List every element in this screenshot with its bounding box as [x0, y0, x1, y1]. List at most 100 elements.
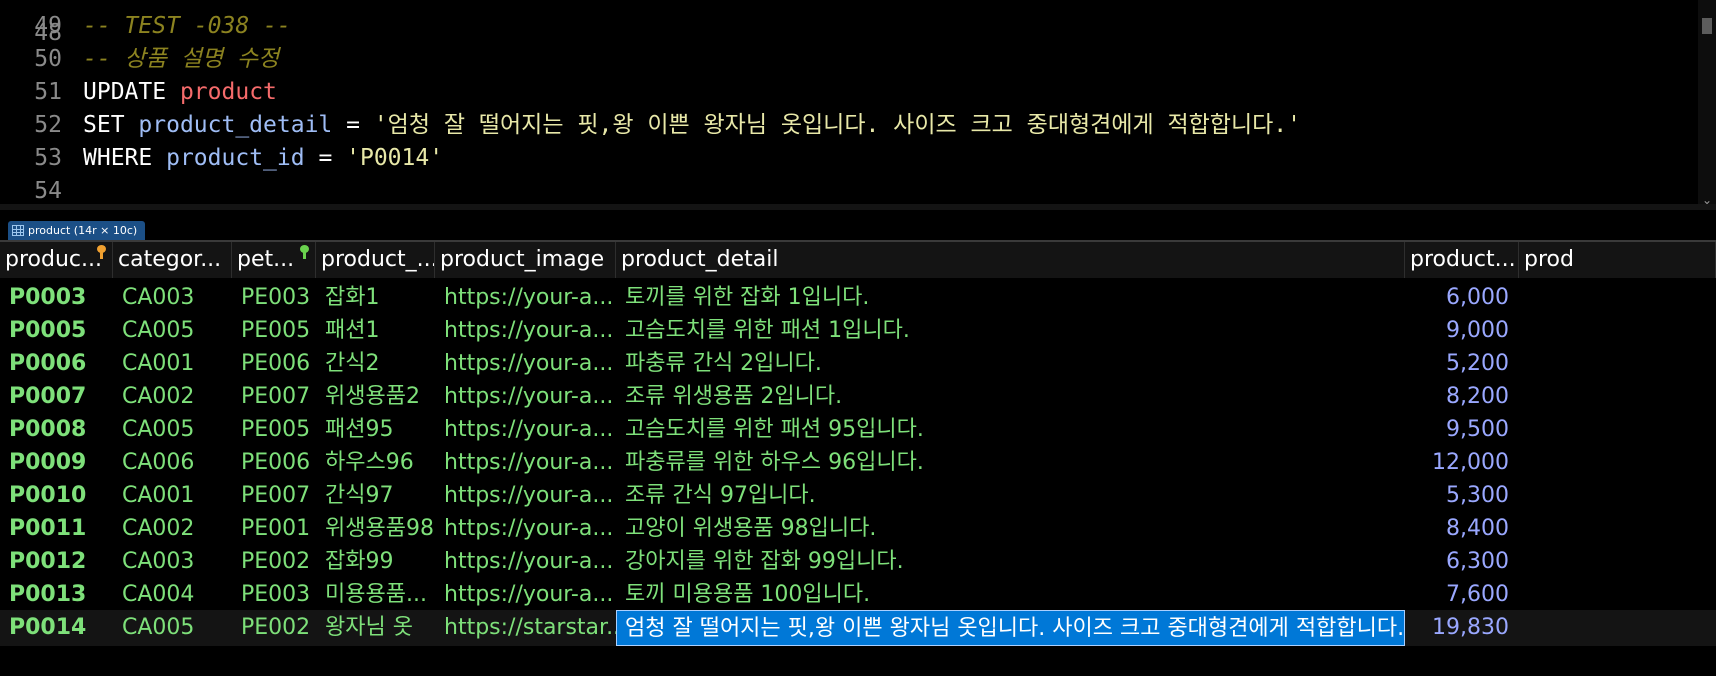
table-row[interactable]: P0007 CA002 PE007 위생용품2 https://your-a... 조류 …	[0, 379, 1716, 415]
table-cell[interactable]: 고슴도치를 위한 패션 1입니다.	[616, 313, 1405, 349]
table-cell[interactable]: https://your-a...	[435, 379, 616, 415]
table-cell[interactable]: 패션1	[316, 313, 435, 349]
table-row[interactable]: P0010 CA001 PE007 간식97 https://your-a... 조류 간…	[0, 478, 1716, 514]
table-row[interactable]: P0005 CA005 PE005 패션1 https://your-a... 고슴도치를…	[0, 313, 1716, 349]
table-cell[interactable]: CA003	[113, 544, 232, 580]
table-cell[interactable]: CA002	[113, 511, 232, 547]
column-header[interactable]: product_...	[316, 242, 435, 278]
table-row[interactable]: P0006 CA001 PE006 간식2 https://your-a... 파충류 간…	[0, 346, 1716, 382]
table-cell[interactable]: PE002	[232, 544, 316, 580]
table-cell[interactable]: https://your-a...	[435, 412, 616, 448]
table-cell[interactable]: PE007	[232, 379, 316, 415]
table-cell[interactable]: 조류 위생용품 2입니다.	[616, 379, 1405, 415]
table-cell[interactable]: 7,600	[1405, 577, 1519, 613]
table-cell[interactable]: 조류 간식 97입니다.	[616, 478, 1405, 514]
table-cell[interactable]: https://your-a...	[435, 346, 616, 382]
table-cell[interactable]: 잡화99	[316, 544, 435, 580]
table-cell[interactable]: PE005	[232, 313, 316, 349]
table-cell[interactable]: PE006	[232, 445, 316, 481]
column-header[interactable]: produc...	[0, 242, 113, 278]
table-row[interactable]: P0008 CA005 PE005 패션95 https://your-a... 고슴도치…	[0, 412, 1716, 448]
column-header[interactable]: categor...	[113, 242, 232, 278]
table-cell[interactable]: PE003	[232, 577, 316, 613]
table-cell[interactable]: 파충류를 위한 하우스 96입니다.	[616, 445, 1405, 481]
table-cell[interactable]: P0005	[0, 313, 113, 349]
sql-editor[interactable]: 48 49 -- TEST -038 -- 50 -- 상품 설명 수정 51 UPDAT…	[0, 0, 1716, 209]
table-row[interactable]: P0013 CA004 PE003 미용용품... https://your-a... 토…	[0, 577, 1716, 613]
table-cell[interactable]: https://your-a...	[435, 445, 616, 481]
table-cell[interactable]: 9,500	[1405, 412, 1519, 448]
table-cell[interactable]: P0012	[0, 544, 113, 580]
table-cell[interactable]: CA001	[113, 346, 232, 382]
editor-vertical-scrollbar[interactable]: ⌄	[1698, 0, 1716, 209]
column-header[interactable]: pet...	[232, 242, 316, 278]
table-cell[interactable]: P0003	[0, 280, 113, 316]
table-cell[interactable]: CA005	[113, 412, 232, 448]
table-cell[interactable]: CA005	[113, 313, 232, 349]
table-cell[interactable]: 토끼 미용용품 100입니다.	[616, 577, 1405, 613]
table-cell[interactable]: CA004	[113, 577, 232, 613]
table-cell[interactable]: P0013	[0, 577, 113, 613]
table-row[interactable]: P0012 CA003 PE002 잡화99 https://your-a... 강아지를…	[0, 544, 1716, 580]
table-row[interactable]: P0009 CA006 PE006 하우스96 https://your-a... 파충류…	[0, 445, 1716, 481]
table-cell[interactable]: https://your-a...	[435, 478, 616, 514]
table-cell[interactable]: 5,200	[1405, 346, 1519, 382]
table-cell[interactable]: 위생용품98	[316, 511, 435, 547]
table-cell[interactable]: 8,200	[1405, 379, 1519, 415]
table-cell[interactable]: P0011	[0, 511, 113, 547]
table-cell[interactable]: 고양이 위생용품 98입니다.	[616, 511, 1405, 547]
table-cell[interactable]: https://your-a...	[435, 544, 616, 580]
column-header[interactable]: product_image	[435, 242, 616, 278]
result-grid[interactable]: produc... categor... pet... product_... prod…	[0, 242, 1716, 676]
table-cell[interactable]: 패션95	[316, 412, 435, 448]
table-cell[interactable]: https://your-a...	[435, 511, 616, 547]
table-cell[interactable]: 위생용품2	[316, 379, 435, 415]
table-cell[interactable]: CA002	[113, 379, 232, 415]
column-header[interactable]: product_detail	[616, 242, 1405, 278]
table-cell[interactable]: 9,000	[1405, 313, 1519, 349]
table-cell[interactable]: 8,400	[1405, 511, 1519, 547]
table-row[interactable]: P0003 CA003 PE003 잡화1 https://your-a... 토끼를 위…	[0, 280, 1716, 316]
table-cell[interactable]: CA003	[113, 280, 232, 316]
table-cell[interactable]: 왕자님 옷	[316, 610, 435, 646]
table-cell[interactable]: P0009	[0, 445, 113, 481]
table-cell[interactable]: 간식2	[316, 346, 435, 382]
table-cell[interactable]: https://your-a...	[435, 313, 616, 349]
table-cell[interactable]: 5,300	[1405, 478, 1519, 514]
table-cell[interactable]: https://your-a...	[435, 280, 616, 316]
table-cell[interactable]: 6,300	[1405, 544, 1519, 580]
table-cell[interactable]: https://starstar...	[435, 610, 616, 646]
table-cell[interactable]: CA001	[113, 478, 232, 514]
column-header[interactable]: product...	[1405, 242, 1519, 278]
table-cell[interactable]: 19,830	[1405, 610, 1519, 646]
table-cell[interactable]: 토끼를 위한 잡화 1입니다.	[616, 280, 1405, 316]
table-cell[interactable]: P0007	[0, 379, 113, 415]
table-cell[interactable]: 간식97	[316, 478, 435, 514]
table-cell[interactable]: PE006	[232, 346, 316, 382]
table-cell[interactable]: PE003	[232, 280, 316, 316]
table-cell[interactable]: PE005	[232, 412, 316, 448]
table-row[interactable]: P0014 CA005 PE002 왕자님 옷 https://starstar... 엄…	[0, 610, 1716, 646]
table-cell[interactable]: CA006	[113, 445, 232, 481]
table-cell[interactable]: https://your-a...	[435, 577, 616, 613]
result-tab-product[interactable]: product (14r × 10c)	[8, 221, 146, 240]
table-cell[interactable]: PE002	[232, 610, 316, 646]
editor-horizontal-scrollbar[interactable]	[0, 204, 1716, 210]
table-row[interactable]: P0011 CA002 PE001 위생용품98 https://your-a... 고양…	[0, 511, 1716, 547]
table-cell[interactable]: CA005	[113, 610, 232, 646]
table-cell[interactable]: 미용용품...	[316, 577, 435, 613]
table-cell[interactable]: P0010	[0, 478, 113, 514]
table-cell[interactable]: 엄청 잘 떨어지는 핏,왕 이쁜 왕자님 옷입니다. 사이즈 크고 중대형견에게…	[616, 610, 1405, 646]
table-cell[interactable]: 고슴도치를 위한 패션 95입니다.	[616, 412, 1405, 448]
table-cell[interactable]: P0014	[0, 610, 113, 646]
table-cell[interactable]: P0008	[0, 412, 113, 448]
table-cell[interactable]: 12,000	[1405, 445, 1519, 481]
table-cell[interactable]: 강아지를 위한 잡화 99입니다.	[616, 544, 1405, 580]
table-cell[interactable]: PE007	[232, 478, 316, 514]
table-cell[interactable]: 잡화1	[316, 280, 435, 316]
table-cell[interactable]: 파충류 간식 2입니다.	[616, 346, 1405, 382]
table-cell[interactable]: 하우스96	[316, 445, 435, 481]
scroll-thumb[interactable]	[1702, 18, 1712, 34]
table-cell[interactable]: P0006	[0, 346, 113, 382]
table-cell[interactable]: PE001	[232, 511, 316, 547]
